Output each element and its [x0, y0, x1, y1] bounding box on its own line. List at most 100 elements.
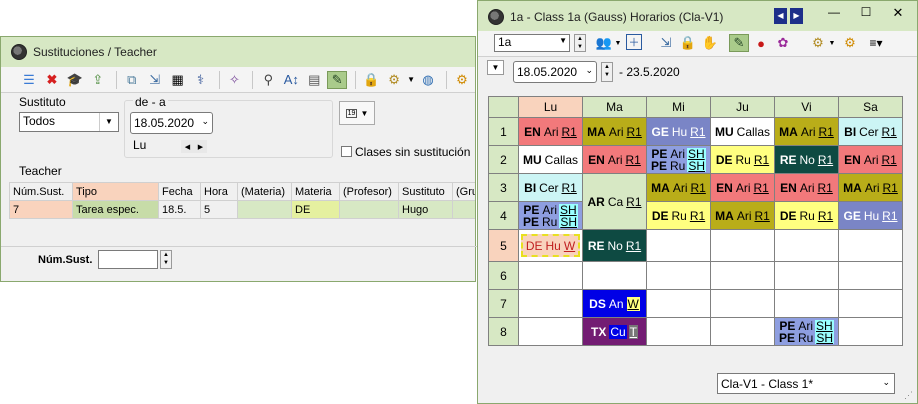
calendar-dropdown-button[interactable]: 19 ▼: [339, 101, 375, 125]
menu-icon[interactable]: ≡▾: [866, 34, 886, 52]
period-header[interactable]: 2: [488, 145, 519, 174]
magic-wand-icon[interactable]: ✧: [225, 71, 245, 89]
lesson-cell[interactable]: RE No R1: [582, 229, 647, 262]
colors-icon[interactable]: ✿: [773, 34, 793, 52]
close-button[interactable]: ✕: [888, 5, 908, 23]
edit-mode-icon[interactable]: ✎: [327, 70, 348, 89]
day-header[interactable]: Ma: [582, 96, 647, 118]
period-header[interactable]: 6: [488, 261, 519, 290]
lesson-cell[interactable]: EN Ari R1: [774, 173, 839, 202]
lock-icon[interactable]: 🔒: [678, 34, 698, 52]
handshake-icon[interactable]: ✋: [700, 34, 720, 52]
lesson-cell[interactable]: GE Hu R1: [646, 117, 711, 146]
list-icon[interactable]: ☰: [19, 71, 39, 89]
empty-cell[interactable]: [646, 229, 711, 262]
sub-number-input[interactable]: [98, 250, 158, 269]
export-icon[interactable]: ⇪: [88, 71, 108, 89]
column-header[interactable]: Tipo: [72, 182, 159, 201]
empty-cell[interactable]: [710, 261, 775, 290]
empty-cell[interactable]: [774, 261, 839, 290]
timetable-titlebar[interactable]: 1a - Class 1a (Gauss) Horarios (Cla-V1) …: [478, 1, 917, 32]
empty-cell[interactable]: [646, 317, 711, 346]
empty-cell[interactable]: [646, 261, 711, 290]
day-header[interactable]: Mi: [646, 96, 711, 118]
lesson-cell[interactable]: AR Ca R1: [582, 173, 647, 230]
lesson-cell[interactable]: EN Ari R1: [518, 117, 583, 146]
day-header[interactable]: Sa: [838, 96, 903, 118]
class-stepper[interactable]: ▲ ▼: [574, 34, 586, 52]
lesson-cell[interactable]: MU Callas: [518, 145, 583, 174]
copy-icon[interactable]: ⧉: [122, 71, 142, 89]
empty-cell[interactable]: [710, 229, 775, 262]
table-cell[interactable]: 5: [200, 200, 238, 219]
lesson-cell[interactable]: BI Cer R1: [518, 173, 583, 202]
column-header[interactable]: Hora: [200, 182, 238, 201]
period-header[interactable]: 4: [488, 201, 519, 230]
lesson-cell[interactable]: MA Ari R1: [774, 117, 839, 146]
period-header[interactable]: 5: [488, 229, 519, 262]
table-cell[interactable]: [339, 200, 399, 219]
table-cell[interactable]: Hugo: [398, 200, 453, 219]
settings-gear-icon[interactable]: ⚙: [452, 71, 472, 89]
lesson-cell[interactable]: DE Ru R1: [774, 201, 839, 230]
next-day-icon[interactable]: ▶: [198, 143, 203, 151]
column-header[interactable]: Fecha: [158, 182, 201, 201]
filter-icon[interactable]: ⚲: [258, 71, 278, 89]
substitutions-titlebar[interactable]: Sustituciones / Teacher: [1, 37, 475, 67]
lesson-cell[interactable]: MU Callas: [710, 117, 775, 146]
lesson-cell[interactable]: MA Ari R1: [838, 173, 903, 202]
no-sub-checkbox[interactable]: [341, 146, 352, 157]
lesson-cell[interactable]: DE Ru R1: [710, 145, 775, 174]
prev-window-button[interactable]: ◀: [774, 8, 787, 24]
lesson-cell[interactable]: EN Ari R1: [838, 145, 903, 174]
empty-cell[interactable]: [646, 289, 711, 318]
dropdown-arrow-icon[interactable]: ▼: [614, 34, 622, 52]
column-header[interactable]: (Materia): [237, 182, 292, 201]
stethoscope-icon[interactable]: ⚕: [191, 71, 211, 89]
graduation-cap-icon[interactable]: 🎓: [65, 71, 85, 89]
timetable-format-select[interactable]: Cla-V1 - Class 1* ⌄: [717, 373, 895, 394]
period-header[interactable]: 3: [488, 173, 519, 202]
lesson-cell[interactable]: EN Ari R1: [582, 145, 647, 174]
table-cell[interactable]: Tarea espec.: [72, 200, 159, 219]
empty-cell[interactable]: [582, 261, 647, 290]
globe-icon[interactable]: ◍: [418, 71, 438, 89]
day-header[interactable]: Lu: [518, 96, 583, 118]
edit-mode-icon[interactable]: ✎: [729, 34, 749, 52]
lock-icon[interactable]: 🔒: [361, 71, 381, 89]
teachers-icon[interactable]: 👥: [594, 34, 614, 52]
lesson-cell[interactable]: MA Ari R1: [582, 117, 647, 146]
print-settings-icon[interactable]: ⚙: [384, 71, 404, 89]
columns-icon[interactable]: ▤: [304, 71, 324, 89]
lesson-cell[interactable]: MA Ari R1: [646, 173, 711, 202]
column-header[interactable]: (Profesor): [339, 182, 399, 201]
day-header[interactable]: Vi: [774, 96, 839, 118]
next-window-button[interactable]: ▶: [790, 8, 803, 24]
lesson-cell[interactable]: DS An W: [582, 289, 647, 318]
week-date-picker[interactable]: 18.05.2020 ⌄: [513, 61, 597, 83]
import-icon[interactable]: ⇲: [145, 71, 165, 89]
resize-grip-icon[interactable]: ⋰: [904, 390, 913, 401]
calculator-icon[interactable]: ▦: [168, 71, 188, 89]
table-cell[interactable]: [237, 200, 292, 219]
class-select[interactable]: 1a ▼: [494, 34, 570, 52]
empty-cell[interactable]: [518, 261, 583, 290]
options-dropdown-button[interactable]: ▼: [487, 60, 504, 75]
previous-day-icon[interactable]: ◀: [185, 143, 190, 151]
table-cell[interactable]: 18.5.: [158, 200, 201, 219]
period-header[interactable]: 8: [488, 317, 519, 346]
minimize-button[interactable]: —: [824, 5, 844, 23]
import-icon[interactable]: ⇲: [656, 34, 676, 52]
empty-cell[interactable]: [774, 229, 839, 262]
substituted-lesson-cell[interactable]: DE Hu W: [518, 229, 583, 262]
sort-icon[interactable]: A↕: [281, 71, 301, 89]
lesson-cell[interactable]: GE Hu R1: [838, 201, 903, 230]
dropdown-arrow-icon[interactable]: ▼: [828, 34, 836, 52]
dropdown-arrow-icon[interactable]: ▼: [407, 71, 415, 89]
maximize-button[interactable]: ☐: [856, 5, 876, 23]
lesson-cell[interactable]: PE Ari SH PE Ru SH: [774, 317, 839, 346]
lesson-cell[interactable]: TX Cu T: [582, 317, 647, 346]
sub-number-stepper[interactable]: ▲ ▼: [160, 250, 172, 269]
week-stepper[interactable]: ▲ ▼: [601, 62, 613, 82]
column-header[interactable]: Núm.Sust.: [9, 182, 73, 201]
